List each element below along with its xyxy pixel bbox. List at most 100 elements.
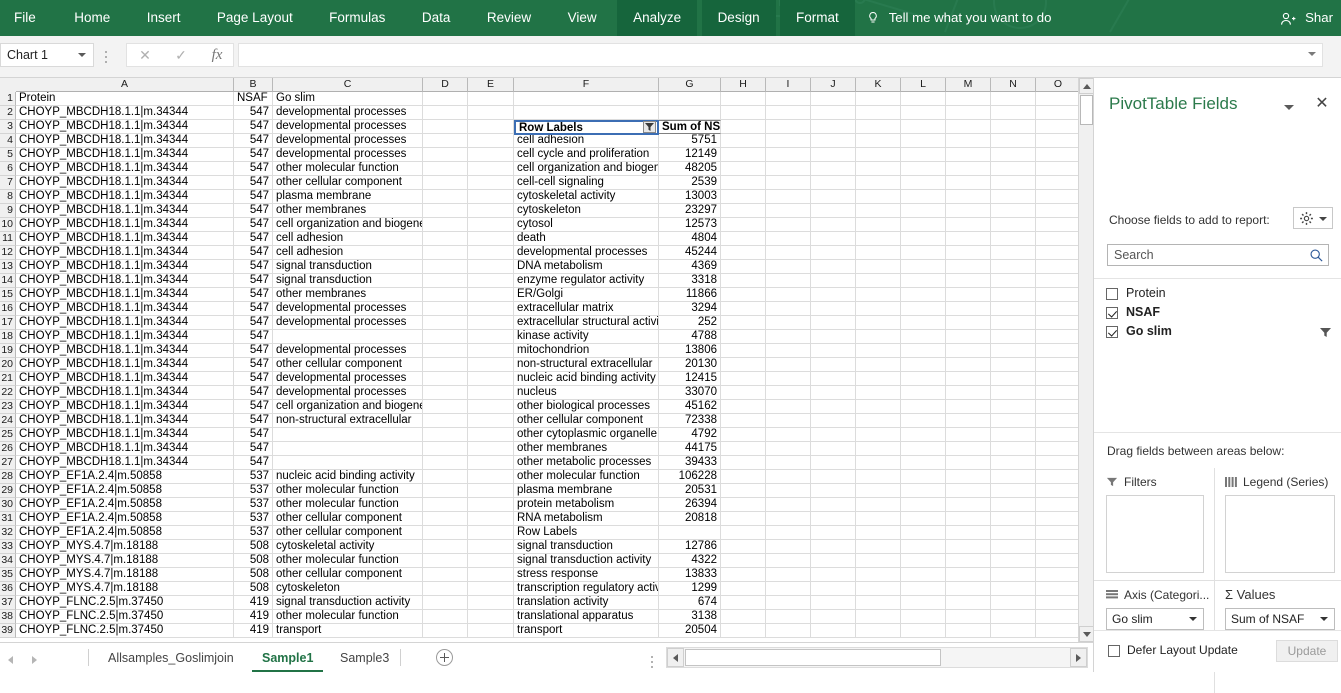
cell-H36[interactable] [721,582,766,596]
cell-N3[interactable] [991,120,1036,134]
cell-B32[interactable]: 537 [234,526,273,540]
cell-J30[interactable] [811,498,856,512]
cell-N15[interactable] [991,288,1036,302]
cell-J29[interactable] [811,484,856,498]
cell-O37[interactable] [1036,596,1078,610]
pivot-row-label[interactable]: transcription regulatory activity [514,582,659,596]
pivot-row-label[interactable]: enzyme regulator activity [514,274,659,288]
cell-N27[interactable] [991,456,1036,470]
cell-L5[interactable] [901,148,946,162]
cell-E12[interactable] [468,246,514,260]
cell-C20[interactable]: other cellular component [273,358,423,372]
cell-D25[interactable] [423,428,468,442]
cell-K37[interactable] [856,596,901,610]
field-checkbox-nsaf[interactable] [1106,307,1118,319]
pivot-row-label[interactable]: Row Labels [514,526,659,540]
cell-N24[interactable] [991,414,1036,428]
cell-M18[interactable] [946,330,991,344]
cell-I10[interactable] [766,218,811,232]
ribbon-tab-page-layout[interactable]: Page Layout [201,0,309,36]
insert-function-icon[interactable]: fx [199,44,235,66]
cell-D23[interactable] [423,400,468,414]
cell-A39[interactable]: CHOYP_FLNC.2.5|m.37450 [16,624,234,638]
cell-A37[interactable]: CHOYP_FLNC.2.5|m.37450 [16,596,234,610]
cell-C13[interactable]: signal transduction [273,260,423,274]
cell-H13[interactable] [721,260,766,274]
pivot-header-row-labels[interactable]: Row Labels [514,120,659,135]
cell-L8[interactable] [901,190,946,204]
cell-B4[interactable]: 547 [234,134,273,148]
row-header-18[interactable]: 18 [0,330,16,344]
cell-N14[interactable] [991,274,1036,288]
cell-C38[interactable]: other molecular function [273,610,423,624]
cell-O30[interactable] [1036,498,1078,512]
cell-J39[interactable] [811,624,856,638]
cell-A29[interactable]: CHOYP_EF1A.2.4|m.50858 [16,484,234,498]
hscroll-left-button[interactable] [667,648,684,667]
cell-M14[interactable] [946,274,991,288]
column-header-l[interactable]: L [901,78,946,92]
cell-I35[interactable] [766,568,811,582]
pivot-row-value[interactable]: 11866 [659,288,721,302]
cell-C22[interactable]: developmental processes [273,386,423,400]
cell-H28[interactable] [721,470,766,484]
cell-H20[interactable] [721,358,766,372]
cell-D16[interactable] [423,302,468,316]
cell-L26[interactable] [901,442,946,456]
cell-H27[interactable] [721,456,766,470]
cell-I13[interactable] [766,260,811,274]
cell-A26[interactable]: CHOYP_MBCDH18.1.1|m.34344 [16,442,234,456]
cell-A19[interactable]: CHOYP_MBCDH18.1.1|m.34344 [16,344,234,358]
cell-A34[interactable]: CHOYP_MYS.4.7|m.18188 [16,554,234,568]
cell-O6[interactable] [1036,162,1078,176]
row-header-28[interactable]: 28 [0,470,16,484]
cell-A14[interactable]: CHOYP_MBCDH18.1.1|m.34344 [16,274,234,288]
cell-A18[interactable]: CHOYP_MBCDH18.1.1|m.34344 [16,330,234,344]
cell-M29[interactable] [946,484,991,498]
cell-B20[interactable]: 547 [234,358,273,372]
cell-K26[interactable] [856,442,901,456]
cell-I14[interactable] [766,274,811,288]
cell-O31[interactable] [1036,512,1078,526]
cell-M24[interactable] [946,414,991,428]
cell-D14[interactable] [423,274,468,288]
pivot-row-value[interactable]: 72338 [659,414,721,428]
column-header-h[interactable]: H [721,78,766,92]
column-header-i[interactable]: I [766,78,811,92]
cell-A28[interactable]: CHOYP_EF1A.2.4|m.50858 [16,470,234,484]
ribbon-tab-analyze[interactable]: Analyze [617,0,698,36]
pivot-row-label[interactable]: translation activity [514,596,659,610]
cell-B34[interactable]: 508 [234,554,273,568]
pivot-row-label[interactable]: DNA metabolism [514,260,659,274]
cell-L20[interactable] [901,358,946,372]
cell-O38[interactable] [1036,610,1078,624]
pivot-filter-dropdown-icon[interactable] [643,121,656,133]
cell-H17[interactable] [721,316,766,330]
cell-L7[interactable] [901,176,946,190]
cell-D29[interactable] [423,484,468,498]
horizontal-scrollbar[interactable] [666,647,1088,668]
pivot-row-value[interactable]: 44175 [659,442,721,456]
cell-H37[interactable] [721,596,766,610]
cell-C18[interactable] [273,330,423,344]
ribbon-tab-home[interactable]: Home [58,0,126,36]
pivot-row-value[interactable]: 20130 [659,358,721,372]
cell-O8[interactable] [1036,190,1078,204]
expand-formula-bar-icon[interactable] [1308,52,1316,56]
cell-N32[interactable] [991,526,1036,540]
sheet-nav-arrows[interactable] [8,649,56,667]
cell-A2[interactable]: CHOYP_MBCDH18.1.1|m.34344 [16,106,234,120]
cell-A21[interactable]: CHOYP_MBCDH18.1.1|m.34344 [16,372,234,386]
ribbon-tab-format[interactable]: Format [780,0,855,36]
row-header-36[interactable]: 36 [0,582,16,596]
pivot-row-value[interactable]: 20531 [659,484,721,498]
cell-D2[interactable] [423,106,468,120]
cell-J19[interactable] [811,344,856,358]
cell-F1[interactable] [514,92,659,106]
cell-B37[interactable]: 419 [234,596,273,610]
area-dropzone-filters[interactable] [1106,495,1204,573]
pivot-row-value[interactable]: 252 [659,316,721,330]
cell-B24[interactable]: 547 [234,414,273,428]
row-header-27[interactable]: 27 [0,456,16,470]
cancel-formula-icon[interactable]: ✕ [127,44,163,66]
